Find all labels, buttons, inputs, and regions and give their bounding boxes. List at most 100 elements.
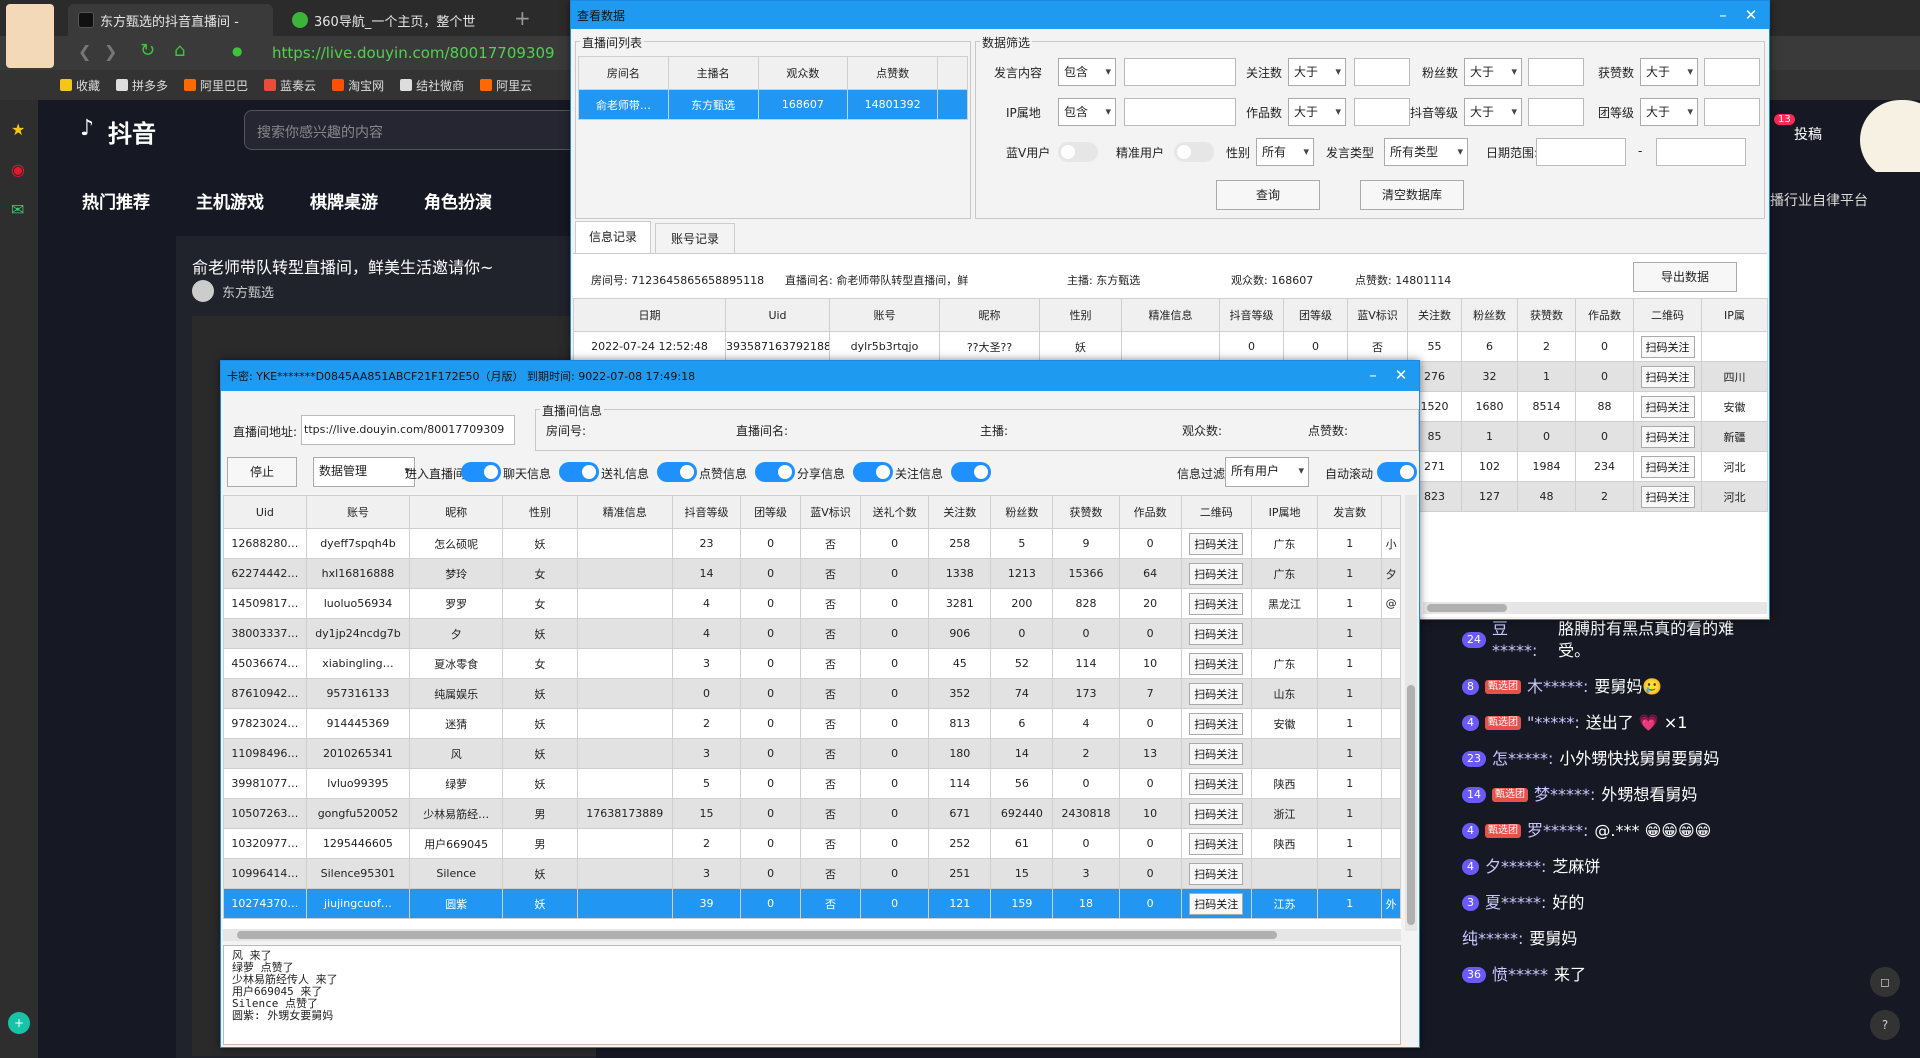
likes-op-select[interactable]: 大于 [1640, 58, 1698, 86]
add-icon[interactable]: + [8, 1012, 30, 1034]
scan-follow-button[interactable]: 扫码关注 [1189, 682, 1244, 705]
home-icon[interactable]: ⌂ [174, 40, 185, 61]
dylevel-op-select[interactable]: 大于 [1464, 98, 1522, 126]
works-op-select[interactable]: 大于 [1288, 98, 1346, 126]
dylevel-input[interactable] [1528, 98, 1584, 126]
url-text[interactable]: https://live.douyin.com/80017709309 [272, 44, 555, 62]
minimize-icon[interactable]: – [1713, 5, 1733, 25]
table-row[interactable]: 12688280… dyeff7spqh4b 怎么硕呢妖 23 0 否 0 258 5 9 0 扫码关… [223, 528, 1401, 559]
message-log[interactable]: 风 来了 绿萝 点赞了 少林易筋经传人 来了 用户669045 来了 Silen… [223, 945, 1401, 1045]
nav-item[interactable]: 角色扮演 [424, 188, 492, 213]
toggle-switch[interactable] [559, 462, 599, 482]
tab-account-records[interactable]: 账号记录 [655, 223, 735, 255]
star-icon[interactable]: ★ [11, 120, 25, 139]
mascot-image[interactable] [1860, 100, 1920, 180]
nav-item[interactable]: 主机游戏 [196, 188, 264, 213]
table-row[interactable]: 87610942… 957316133 纯属娱乐妖 0 0 否 0 352 74 173 7 扫码关注… [223, 678, 1401, 709]
tab-info-records[interactable]: 信息记录 [575, 221, 651, 253]
gender-select[interactable]: 所有 [1256, 138, 1314, 166]
new-tab-button[interactable]: + [514, 6, 531, 30]
records-hscrollbar[interactable] [1423, 602, 1767, 614]
table-row[interactable]: 10996414… Silence95301 Silence 妖 3 0 否 0 251 15 3 0… [223, 858, 1401, 889]
chat-user[interactable]: 豆*****: [1492, 618, 1552, 662]
table-row[interactable]: 10320977… 1295446605 用户669045 男 2 0 否 0 252 61 0 0 扫… [223, 828, 1401, 859]
chat-user[interactable]: 愤***** [1492, 964, 1548, 986]
toggle-switch[interactable] [461, 462, 501, 482]
forward-icon[interactable]: ❯ [104, 42, 117, 61]
ip-input[interactable] [1124, 98, 1236, 126]
industry-link[interactable]: 播行业自律平台 [1770, 190, 1868, 210]
toggle-switch[interactable] [657, 462, 697, 482]
speech-content-input[interactable] [1124, 58, 1236, 86]
fans-op-select[interactable]: 大于 [1464, 58, 1522, 86]
bookmark-item[interactable]: 结社微商 [400, 77, 464, 94]
douyin-search-input[interactable]: 搜索你感兴趣的内容 [244, 110, 604, 150]
chat-user[interactable]: 梦*****: [1534, 784, 1595, 806]
anchor-name[interactable]: 东方甄选 [222, 282, 274, 301]
table-row[interactable]: 14509817… luoluo56934 罗罗女 4 0 否 0 3281 200 828 20 扫… [223, 588, 1401, 619]
live-address-input[interactable]: ttps://live.douyin.com/80017709309 [301, 415, 515, 445]
close-icon[interactable]: ✕ [1741, 5, 1761, 25]
user-table-vscrollbar[interactable] [1405, 495, 1417, 931]
scan-follow-button[interactable]: 扫码关注 [1189, 802, 1244, 825]
scan-follow-button[interactable]: 扫码关注 [1189, 892, 1244, 915]
bookmark-item[interactable]: 阿里云 [480, 77, 532, 94]
follow-op-select[interactable]: 大于 [1288, 58, 1346, 86]
bookmark-item[interactable]: 淘宝网 [332, 77, 384, 94]
chat-user[interactable]: 怎*****: [1492, 748, 1553, 770]
browser-tab-douyin[interactable]: 东方甄选的抖音直播间 - [68, 4, 273, 36]
nav-item[interactable]: 棋牌桌游 [310, 188, 378, 213]
chat-user[interactable]: "*****: [1527, 712, 1580, 734]
scan-follow-button[interactable]: 扫码关注 [1189, 772, 1244, 795]
info-filter-select[interactable]: 所有用户 [1225, 457, 1309, 487]
query-button[interactable]: 查询 [1216, 180, 1320, 210]
clear-database-button[interactable]: 清空数据库 [1360, 180, 1464, 210]
table-row[interactable]: 62274442… hxl16816888 梦玲女 14 0 否 0 1338 1213 1536… [223, 558, 1401, 589]
close-icon[interactable]: ✕ [1391, 365, 1411, 385]
help-icon[interactable]: ? [1870, 1010, 1900, 1040]
bookmark-item[interactable]: 收藏 [60, 77, 100, 94]
table-row[interactable]: 38003337… dy1jp24ncdg7b 夕妖 4 0 否 0 906 0 0 0 扫码关注 1 [223, 618, 1401, 649]
fans-input[interactable] [1528, 58, 1584, 86]
follow-input[interactable] [1354, 58, 1410, 86]
scan-follow-button[interactable]: 扫码关注 [1189, 532, 1244, 555]
export-button[interactable]: 导出数据 [1633, 262, 1737, 292]
douyin-logo[interactable]: 抖音 [108, 114, 156, 149]
grouplevel-input[interactable] [1704, 98, 1760, 126]
scan-follow-button[interactable]: 扫码关注 [1640, 395, 1695, 418]
scan-follow-button[interactable]: 扫码关注 [1189, 832, 1244, 855]
scan-follow-button[interactable]: 扫码关注 [1189, 712, 1244, 735]
nav-item[interactable]: 热门推荐 [82, 188, 150, 213]
precise-toggle[interactable] [1174, 142, 1214, 162]
scan-follow-button[interactable]: 扫码关注 [1189, 862, 1244, 885]
table-row[interactable]: 39981077… lvluo99395 绿萝妖 5 0 否 0 114 56 0 0 扫码关注 陕西 1 [223, 768, 1401, 799]
scan-follow-button[interactable]: 扫码关注 [1189, 652, 1244, 675]
scan-follow-button[interactable]: 扫码关注 [1189, 562, 1244, 585]
anchor-avatar[interactable] [192, 280, 214, 302]
scan-follow-button[interactable]: 扫码关注 [1640, 335, 1695, 358]
mail-icon[interactable]: ✉ [11, 200, 24, 219]
browser-avatar[interactable] [6, 4, 54, 68]
weibo-icon[interactable]: ◉ [11, 160, 25, 179]
table-row[interactable]: 45036674… xiabingling… 夏冰零食女 3 0 否 0 45 52 114 10 扫… [223, 648, 1401, 679]
bluev-toggle[interactable] [1058, 142, 1098, 162]
chat-user[interactable]: 罗*****: [1527, 820, 1588, 842]
date-start-input[interactable] [1536, 138, 1626, 166]
bookmark-item[interactable]: 阿里巴巴 [184, 77, 248, 94]
toggle-switch[interactable] [853, 462, 893, 482]
toggle-switch[interactable] [755, 462, 795, 482]
browser-tab-360[interactable]: 360导航_一个主页，整个世 [282, 4, 482, 36]
speech-content-select[interactable]: 包含 [1058, 58, 1116, 86]
scan-follow-button[interactable]: 扫码关注 [1189, 592, 1244, 615]
table-row[interactable]: 11098496… 2010265341 风妖 3 0 否 0 180 14 2 13 扫码关注 1 [223, 738, 1401, 769]
upload-link[interactable]: 投稿 [1794, 124, 1822, 144]
scan-follow-button[interactable]: 扫码关注 [1640, 455, 1695, 478]
bookmark-item[interactable]: 蓝奏云 [264, 77, 316, 94]
gift-icon[interactable]: ◻ [1870, 967, 1900, 997]
table-row[interactable]: 10274370… jiujingcuof… 圆紫妖 39 0 否 0 121 159 18 0 扫码… [223, 888, 1401, 919]
ip-select[interactable]: 包含 [1058, 98, 1116, 126]
chat-user[interactable]: 夏*****: [1485, 892, 1546, 914]
scan-follow-button[interactable]: 扫码关注 [1640, 365, 1695, 388]
user-table-hscrollbar[interactable] [223, 929, 1401, 941]
scan-follow-button[interactable]: 扫码关注 [1640, 425, 1695, 448]
